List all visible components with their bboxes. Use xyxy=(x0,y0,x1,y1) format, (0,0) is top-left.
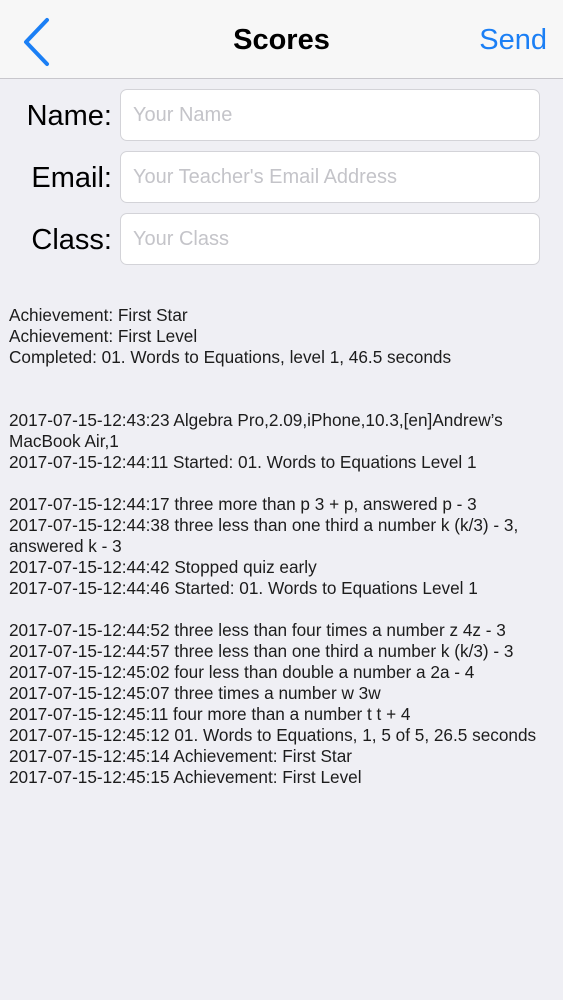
log-entry: 2017-07-15-12:45:12 01. Words to Equatio… xyxy=(9,725,537,745)
log-entry: 2017-07-15-12:45:02 four less than doubl… xyxy=(9,662,475,682)
summary-line: Achievement: First Star xyxy=(9,305,188,325)
email-label: Email: xyxy=(31,162,112,194)
name-field[interactable] xyxy=(120,89,540,141)
log-entry: 2017-07-15-12:44:11 Started: 01. Words t… xyxy=(9,452,477,472)
summary-line: Completed: 01. Words to Equations, level… xyxy=(9,347,452,367)
class-field[interactable] xyxy=(120,213,540,265)
send-button[interactable]: Send xyxy=(479,22,547,58)
name-row: Name: xyxy=(0,89,563,143)
log-entry: 2017-07-15-12:44:38 three less than one … xyxy=(9,515,519,556)
log-entry: 2017-07-15-12:45:11 four more than a num… xyxy=(9,704,411,724)
log-spacer xyxy=(9,389,557,410)
log-spacer xyxy=(9,368,557,389)
log-entry: 2017-07-15-12:43:23 Algebra Pro,2.09,iPh… xyxy=(9,410,503,451)
email-field[interactable] xyxy=(120,151,540,203)
scores-screen: Scores Send Name: Email: Class: Achievem… xyxy=(0,0,563,1000)
log-spacer xyxy=(9,599,557,620)
class-row: Class: xyxy=(0,213,563,267)
log-entry: 2017-07-15-12:44:52 three less than four… xyxy=(9,620,506,640)
navigation-bar: Scores Send xyxy=(0,0,563,79)
log-entry: 2017-07-15-12:45:07 three times a number… xyxy=(9,683,381,703)
scores-log: Achievement: First Star Achievement: Fir… xyxy=(9,305,557,788)
log-entry: 2017-07-15-12:45:15 Achievement: First L… xyxy=(9,767,362,787)
log-spacer xyxy=(9,473,557,494)
log-entry: 2017-07-15-12:44:57 three less than one … xyxy=(9,641,514,661)
email-row: Email: xyxy=(0,151,563,205)
summary-line: Achievement: First Level xyxy=(9,326,198,346)
log-entry: 2017-07-15-12:44:42 Stopped quiz early xyxy=(9,557,317,577)
log-entry: 2017-07-15-12:44:17 three more than p 3 … xyxy=(9,494,477,514)
log-entry: 2017-07-15-12:44:46 Started: 01. Words t… xyxy=(9,578,478,598)
log-entry: 2017-07-15-12:45:14 Achievement: First S… xyxy=(9,746,352,766)
name-label: Name: xyxy=(26,100,112,132)
class-label: Class: xyxy=(31,224,112,256)
